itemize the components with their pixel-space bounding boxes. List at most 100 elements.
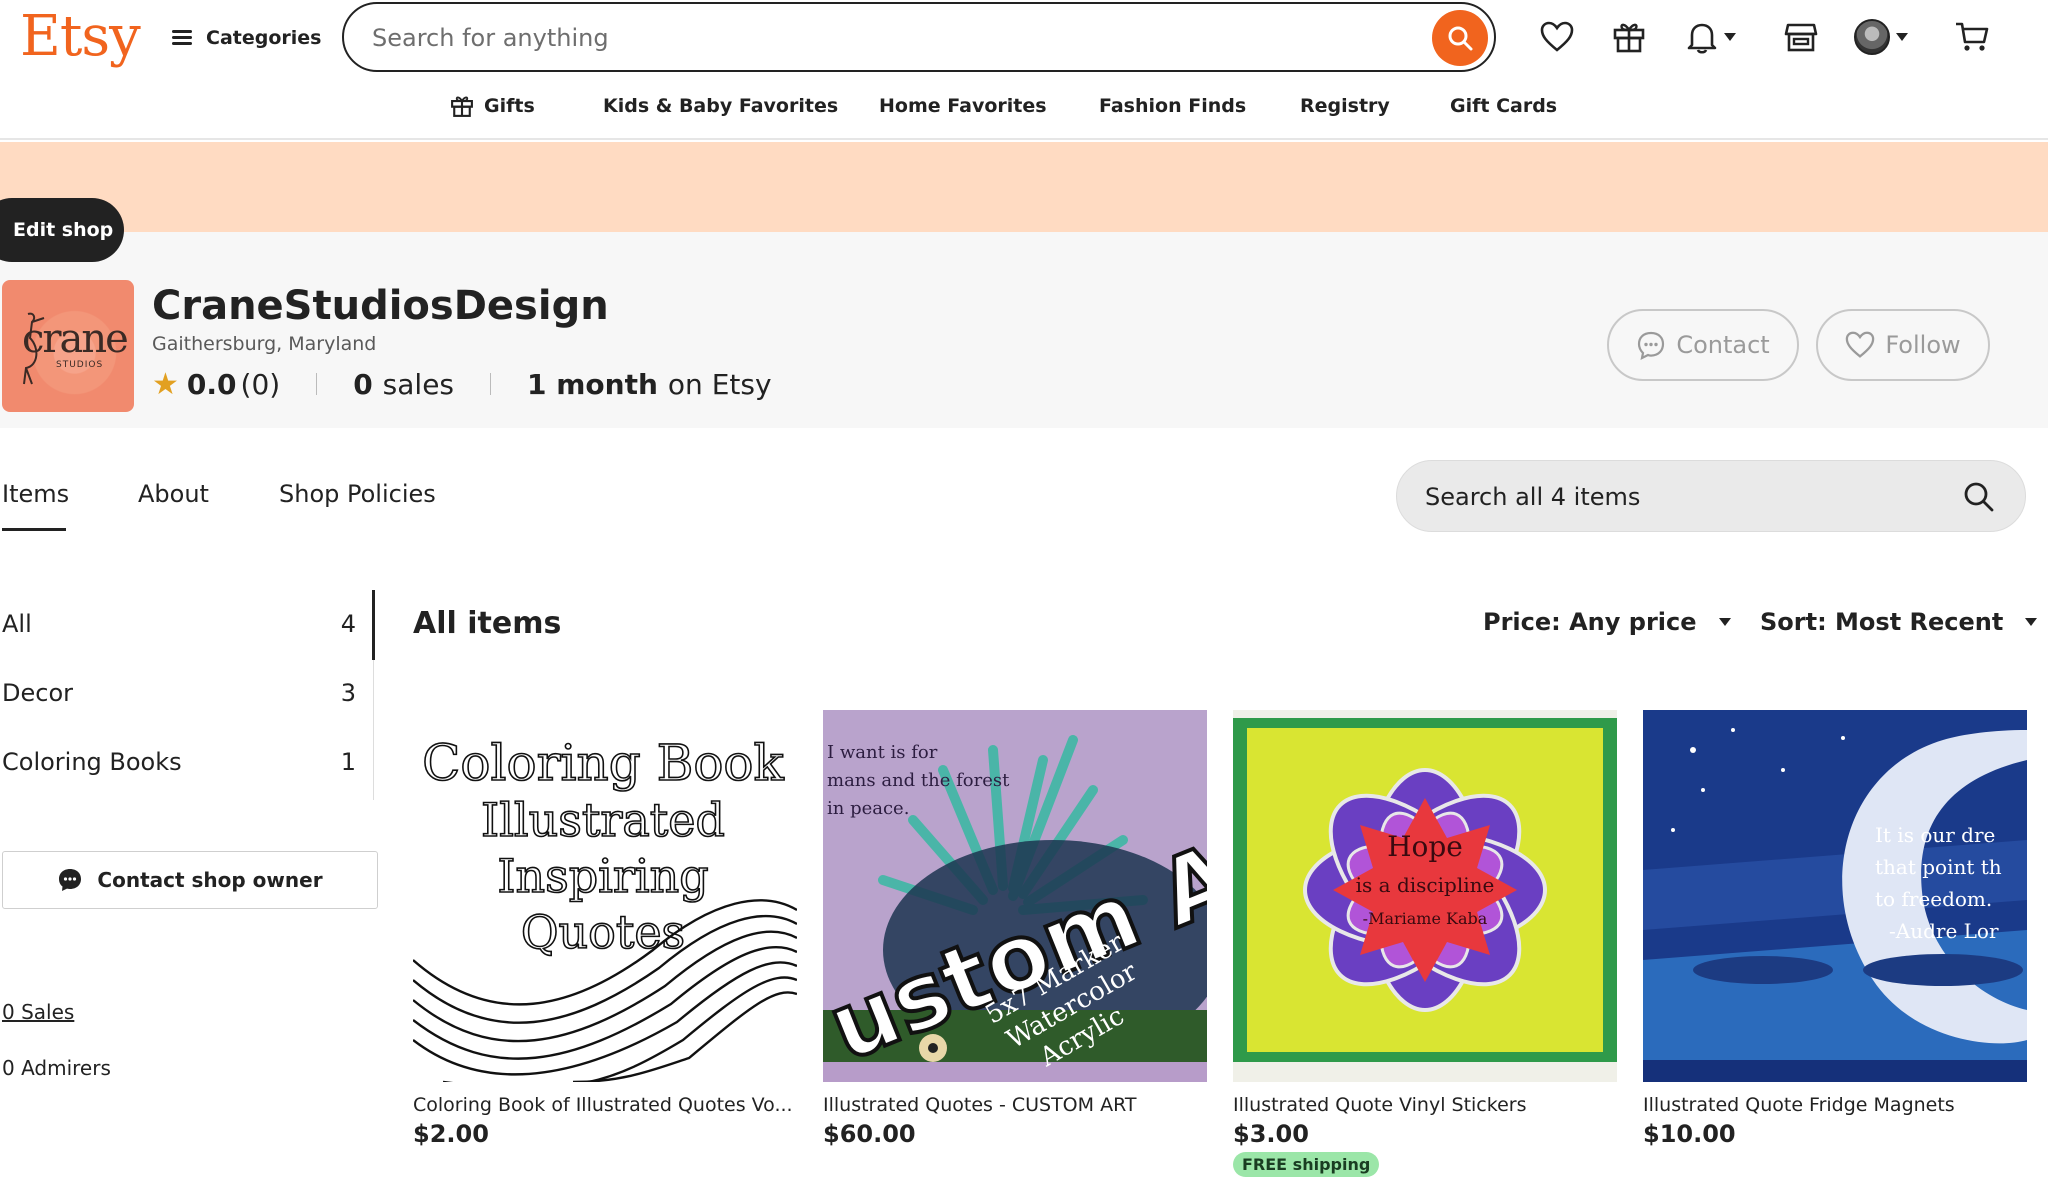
listing-image[interactable]: Coloring Book Illustrated Inspiring Quot… [413, 710, 797, 1082]
edit-shop-button[interactable]: Edit shop [0, 198, 124, 262]
section-item-decor[interactable]: Decor 3 [2, 673, 356, 713]
listing-image-text: in peace. [827, 798, 909, 819]
listing-image-text: Coloring Book [422, 734, 784, 792]
contact-shop-owner-button[interactable]: Contact shop owner [2, 851, 378, 909]
gift-mode-button[interactable] [1612, 18, 1646, 56]
section-count: 1 [340, 748, 356, 776]
shop-tenure-label: on Etsy [667, 367, 772, 401]
admirers-count: 0 Admirers [2, 1056, 111, 1080]
listing-image-text: -Audre Lor [1889, 919, 1999, 943]
divider [490, 373, 492, 395]
section-item-all[interactable]: All 4 [2, 604, 356, 644]
tab-about[interactable]: About [138, 476, 209, 512]
shop-logo-text: crane [22, 316, 129, 362]
listing-card[interactable]: I want is for mans and the forest in pea… [823, 710, 1207, 1148]
shop-manager-button[interactable] [1784, 18, 1818, 56]
price-filter-dropdown[interactable]: Price: Any price [1483, 608, 1731, 636]
listing-title[interactable]: Illustrated Quote Vinyl Stickers [1233, 1094, 1617, 1116]
listing-image-text: Illustrated [481, 793, 725, 847]
shop-tenure-value: 1 month [527, 367, 658, 401]
search-icon[interactable] [1963, 481, 1995, 513]
notifications-button[interactable] [1686, 18, 1736, 56]
listing-image-text: to freedom. [1875, 887, 1992, 911]
sort-label: Sort: Most Recent [1760, 608, 2004, 636]
listing-image-text: Quotes [521, 905, 685, 959]
global-search [342, 2, 1496, 72]
shop-sales-count: 0 [353, 367, 373, 401]
price-filter-label: Price: Any price [1483, 608, 1697, 636]
listing-title[interactable]: Coloring Book of Illustrated Quotes Vo..… [413, 1094, 797, 1116]
section-count: 3 [340, 679, 356, 707]
account-button[interactable] [1854, 18, 1908, 56]
chevron-down-icon [1718, 618, 1731, 626]
free-shipping-badge: FREE shipping [1233, 1152, 1380, 1177]
search-button[interactable] [1432, 10, 1488, 66]
site-header: Etsy Categories Search for anything Gift… [0, 0, 2048, 140]
categories-label: Categories [206, 27, 322, 49]
listing-card[interactable]: It is our dre that point th to freedom. … [1643, 710, 2027, 1148]
listing-image[interactable]: It is our dre that point th to freedom. … [1643, 710, 2027, 1082]
categories-button[interactable]: Categories [172, 22, 321, 54]
shop-location: Gaithersburg, Maryland [152, 333, 377, 355]
listings-heading: All items [413, 606, 562, 641]
search-icon [1448, 26, 1473, 51]
follow-button[interactable]: Follow [1816, 309, 1990, 381]
chevron-down-icon [1896, 33, 1908, 41]
listing-price: $3.00 [1233, 1120, 1309, 1148]
sort-dropdown[interactable]: Sort: Most Recent [1760, 608, 2038, 636]
section-nav-active-indicator [372, 590, 375, 660]
shop-stats: ★ 0.0 (0) 0 sales 1 month on Etsy [152, 366, 772, 402]
listing-image[interactable]: Hope is a discipline -Mariame Kaba [1233, 710, 1617, 1082]
listing-image-text: is a discipline [1356, 873, 1495, 897]
listing-image-text: that point th [1875, 855, 2002, 879]
shop-search-input[interactable] [1425, 479, 1925, 515]
shop-rating: 0.0 [186, 367, 237, 401]
divider [316, 373, 318, 395]
nav-item-gifts[interactable]: Gifts [450, 90, 535, 122]
listing-price: $10.00 [1643, 1120, 1736, 1148]
cart-button[interactable] [1954, 18, 1990, 56]
listing-card[interactable]: Coloring Book Illustrated Inspiring Quot… [413, 710, 797, 1148]
shop-sales-label: sales [382, 367, 455, 401]
shop-review-count[interactable]: (0) [241, 368, 281, 401]
section-count: 4 [340, 610, 356, 638]
listing-title[interactable]: Illustrated Quote Fridge Magnets [1643, 1094, 2027, 1116]
chat-bubble-icon [59, 869, 82, 891]
listing-card[interactable]: Hope is a discipline -Mariame Kaba Illus… [1233, 710, 1617, 1177]
listing-image-text: Hope [1387, 830, 1463, 863]
shop-logo-subtext: STUDIOS [56, 360, 104, 370]
shop-logo: crane STUDIOS [2, 280, 134, 412]
chevron-down-icon [1724, 33, 1736, 41]
tab-shop-policies[interactable]: Shop Policies [279, 476, 436, 512]
listing-image-text: mans and the forest [827, 770, 1010, 791]
chevron-down-icon [2025, 618, 2038, 626]
global-search-input[interactable] [372, 20, 1352, 56]
listing-title[interactable]: Illustrated Quotes - CUSTOM ART [823, 1094, 1207, 1116]
follow-button-label: Follow [1885, 331, 1961, 359]
active-tab-indicator [2, 528, 66, 531]
shop-banner [0, 142, 2048, 232]
contact-button[interactable]: Contact [1607, 309, 1799, 381]
etsy-logo[interactable]: Etsy [20, 2, 141, 72]
nav-item-kids-baby[interactable]: Kids & Baby Favorites [603, 90, 838, 122]
heart-icon [1540, 21, 1574, 52]
section-label: Decor [2, 679, 73, 707]
favorites-button[interactable] [1540, 18, 1574, 56]
listing-image-text: -Mariame Kaba [1363, 909, 1488, 928]
nav-item-gift-cards[interactable]: Gift Cards [1450, 90, 1557, 122]
category-nav: Gifts Kids & Baby Favorites Home Favorit… [0, 90, 2048, 124]
sales-link[interactable]: 0 Sales [2, 1000, 74, 1024]
nav-item-registry[interactable]: Registry [1300, 90, 1390, 122]
listing-image-text: Inspiring [497, 849, 708, 903]
section-item-coloring-books[interactable]: Coloring Books 1 [2, 742, 356, 782]
gift-icon [1613, 23, 1645, 53]
star-icon: ★ [152, 366, 179, 402]
listing-price: $60.00 [823, 1120, 916, 1148]
nav-item-fashion[interactable]: Fashion Finds [1099, 90, 1246, 122]
tab-items[interactable]: Items [2, 476, 69, 512]
shop-search [1396, 460, 2026, 532]
listing-image[interactable]: I want is for mans and the forest in pea… [823, 710, 1207, 1082]
storefront-icon [1784, 23, 1818, 52]
nav-item-home[interactable]: Home Favorites [879, 90, 1047, 122]
gift-icon [451, 96, 473, 117]
